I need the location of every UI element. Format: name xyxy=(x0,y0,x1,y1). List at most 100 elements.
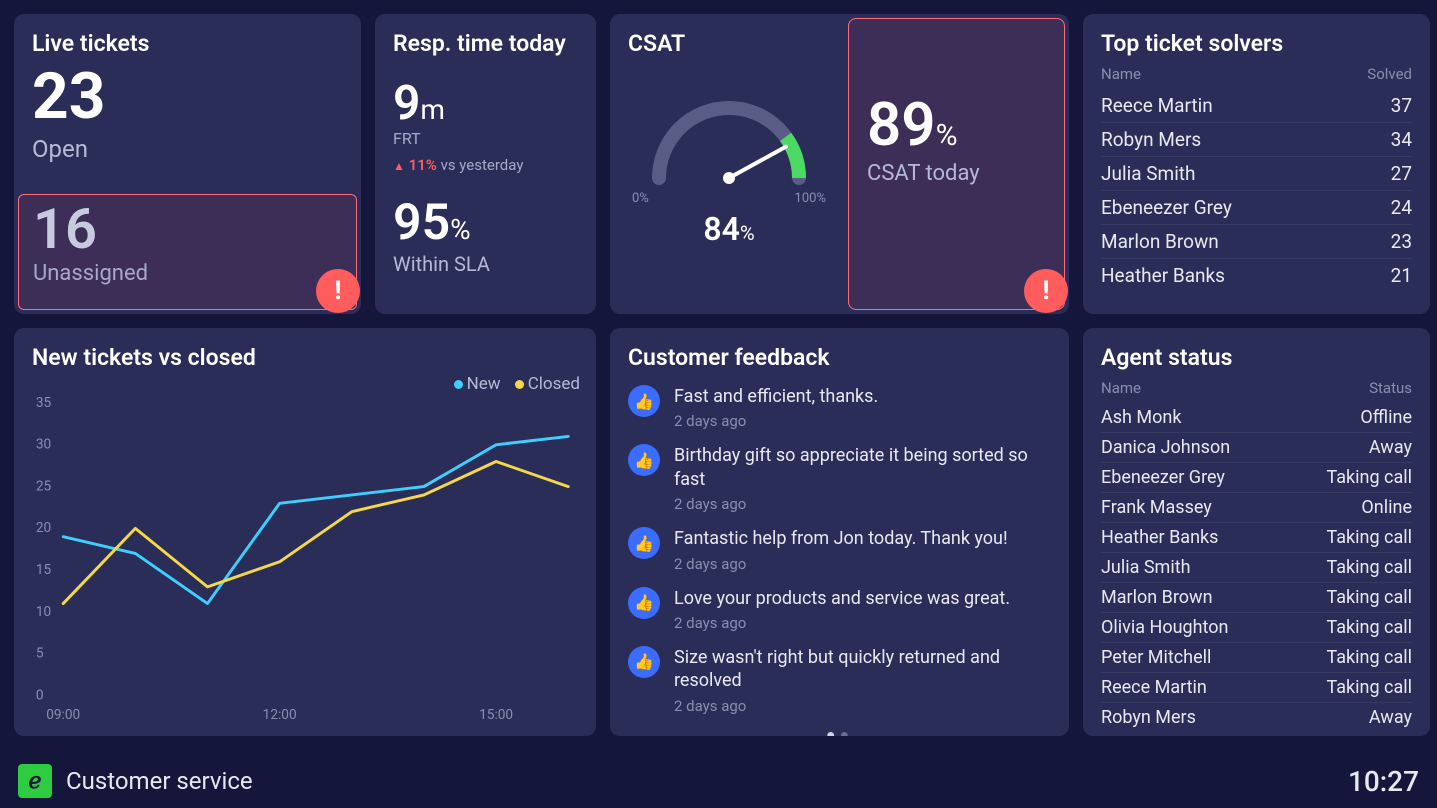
table-row: Frank Massey Online xyxy=(1101,492,1412,522)
agent-status: Taking call xyxy=(1326,677,1412,698)
table-row: Julia SmithTaking call xyxy=(1101,552,1412,582)
dashboard-title: Customer service xyxy=(66,767,253,795)
table-row: Ash MonkOffline xyxy=(1101,403,1412,432)
feedback-text: Fast and efficient, thanks. xyxy=(674,385,878,408)
solver-count: 21 xyxy=(1391,264,1412,287)
feedback-time: 2 days ago xyxy=(674,614,1010,632)
agent-status-card: Agent status Name Status Ash MonkOffline… xyxy=(1083,328,1430,736)
svg-text:35: 35 xyxy=(36,395,52,411)
feedback-item: 👍 Fantastic help from Jon today. Thank yo… xyxy=(628,527,1051,572)
solver-count: 27 xyxy=(1391,162,1412,185)
frt-delta-label: vs yesterday xyxy=(441,156,524,174)
csat-card: CSAT 0% 100% 84% 89% xyxy=(610,14,1069,314)
agent-status: Taking call xyxy=(1326,467,1412,488)
col-name: Name xyxy=(1101,65,1141,83)
feedback-item: 👍 Birthday gift so appreciate it being so… xyxy=(628,444,1051,513)
alert-icon: ! xyxy=(1024,269,1068,313)
agent-status: Offline xyxy=(1360,407,1412,428)
feedback-time: 2 days ago xyxy=(674,412,878,430)
pagination-dots[interactable]: ●● xyxy=(628,725,1051,736)
solver-count: 37 xyxy=(1391,94,1412,117)
feedback-time: 2 days ago xyxy=(674,555,1008,573)
feedback-text: Love your products and service was great… xyxy=(674,587,1010,610)
table-row: Heather Banks 21 xyxy=(1101,258,1412,292)
solver-name: Marlon Brown xyxy=(1101,230,1219,253)
gauge-unit: % xyxy=(740,221,755,245)
agent-name: Olivia Houghton xyxy=(1101,617,1228,638)
legend-closed: Closed xyxy=(528,374,580,394)
table-row: Reece Martin Taking call xyxy=(1101,672,1412,702)
agent-status: Online xyxy=(1361,497,1412,518)
solver-count: 24 xyxy=(1391,196,1412,219)
sla-unit: % xyxy=(450,213,471,246)
table-row: Robyn Mers Away xyxy=(1101,702,1412,732)
agent-name: Peter Mitchell xyxy=(1101,647,1211,668)
agent-name: Danica Johnson xyxy=(1101,437,1230,458)
trend-up-icon: ▲ xyxy=(393,159,405,173)
solver-name: Julia Smith xyxy=(1101,162,1196,185)
frt-label: FRT xyxy=(393,129,578,148)
agent-name: Robyn Mers xyxy=(1101,707,1196,728)
feedback-text: Birthday gift so appreciate it being sor… xyxy=(674,444,1051,491)
gauge-number: 84 xyxy=(703,210,740,248)
thumbs-up-icon: 👍 xyxy=(628,444,660,476)
table-row: Ebeneezer GreyTaking call xyxy=(1101,462,1412,492)
table-row: Marlon BrownTaking call xyxy=(1101,582,1412,612)
legend-dot-new xyxy=(454,380,463,389)
live-tickets-card: Live tickets 23 Open 16 Unassigned ! xyxy=(14,14,361,314)
svg-text:0: 0 xyxy=(36,687,44,703)
thumbs-up-icon: 👍 xyxy=(628,646,660,678)
solver-name: Ebeneezer Grey xyxy=(1101,196,1232,219)
svg-text:30: 30 xyxy=(36,437,51,453)
csat-today-value: 89% xyxy=(867,95,1046,155)
feedback-text: Fantastic help from Jon today. Thank you… xyxy=(674,527,1008,550)
legend-new: New xyxy=(467,374,501,394)
agent-name: Marlon Brown xyxy=(1101,587,1213,608)
frt-unit: m xyxy=(420,93,445,126)
col-status: Status xyxy=(1369,379,1412,397)
csat-today-number: 89 xyxy=(867,89,936,160)
agent-name: Frank Massey xyxy=(1101,497,1212,518)
thumbs-up-icon: 👍 xyxy=(628,385,660,417)
frt-delta: ▲ 11% vs yesterday xyxy=(393,156,578,174)
card-title: Agent status xyxy=(1101,344,1412,371)
agent-name: Reece Martin xyxy=(1101,677,1207,698)
svg-text:10: 10 xyxy=(36,604,51,620)
open-tickets-label: Open xyxy=(32,135,343,163)
unassigned-tickets-label: Unassigned xyxy=(33,261,342,286)
feedback-text: Size wasn't right but quickly returned a… xyxy=(674,646,1051,693)
card-title: Top ticket solvers xyxy=(1101,30,1412,57)
solver-name: Reece Martin xyxy=(1101,94,1213,117)
agent-status: Away xyxy=(1369,437,1412,458)
table-header: Name Solved xyxy=(1101,65,1412,83)
gauge-max-label: 100% xyxy=(795,191,826,206)
logo-icon: ℯ xyxy=(18,764,52,798)
sla-value: 95% xyxy=(393,198,578,248)
card-title: CSAT xyxy=(628,30,830,57)
agent-status: Away xyxy=(1369,707,1412,728)
feedback-time: 2 days ago xyxy=(674,697,1051,715)
frt-number: 9 xyxy=(393,74,420,131)
top-solvers-card: Top ticket solvers Name Solved Reece Mar… xyxy=(1083,14,1430,314)
card-title: Live tickets xyxy=(32,30,343,57)
alert-icon: ! xyxy=(316,269,360,313)
table-row: Robyn Mers 34 xyxy=(1101,122,1412,156)
feedback-card: Customer feedback 👍Fast and efficient, t… xyxy=(610,328,1069,736)
card-title: New tickets vs closed xyxy=(32,344,578,371)
sla-number: 95 xyxy=(393,194,450,252)
thumbs-up-icon: 👍 xyxy=(628,527,660,559)
solver-name: Heather Banks xyxy=(1101,264,1225,287)
agent-status: Taking call xyxy=(1326,647,1412,668)
solver-name: Robyn Mers xyxy=(1101,128,1201,151)
table-header: Name Status xyxy=(1101,379,1412,397)
solver-count: 34 xyxy=(1391,128,1412,151)
table-row: Danica Johnson Away xyxy=(1101,432,1412,462)
sla-label: Within SLA xyxy=(393,252,578,276)
frt-value: 9m xyxy=(393,79,578,127)
csat-today-panel: 89% CSAT today ! xyxy=(848,18,1065,310)
svg-text:25: 25 xyxy=(36,478,52,494)
footer-bar: ℯ Customer service 10:27 xyxy=(0,754,1437,808)
feedback-item: 👍 Fast and efficient, thanks. 2 days ago xyxy=(628,385,1051,430)
clock: 10:27 xyxy=(1348,765,1419,798)
csat-gauge: 0% 100% 84% xyxy=(628,65,830,248)
